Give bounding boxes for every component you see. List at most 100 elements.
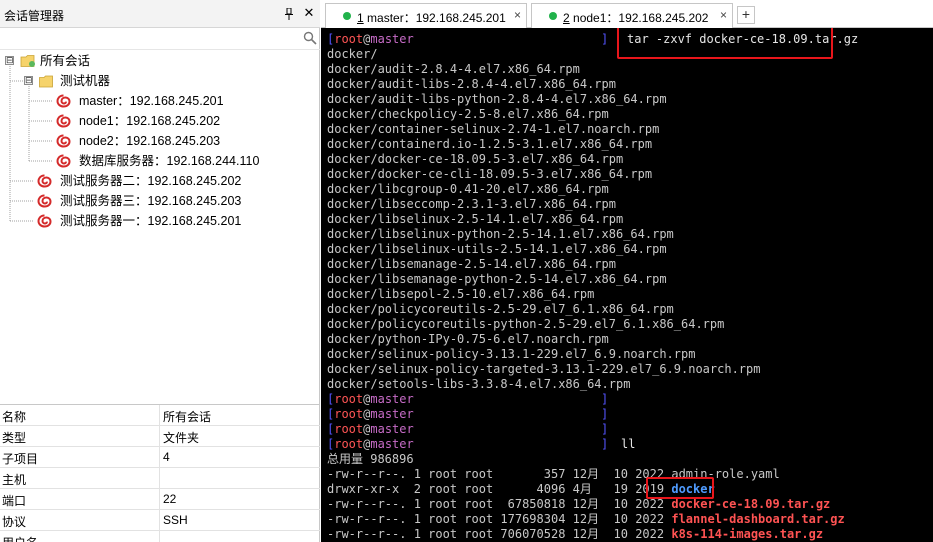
session-tab-bar: 1 master：192.168.245.201 × 2 node1：192.1… (321, 0, 933, 28)
highlight-box-docker-dir (646, 477, 714, 499)
tree-root-all-sessions[interactable]: ⊟ 所有会话 (0, 51, 320, 71)
terminal-area: 1 master：192.168.245.201 × 2 node1：192.1… (321, 0, 933, 542)
terminal-output-line: docker/checkpolicy-2.5-8.el7.x86_64.rpm (327, 107, 609, 121)
terminal-output-line: docker/libsemanage-2.5-14.el7.x86_64.rpm (327, 257, 616, 271)
terminal-prompt-close: ] (601, 407, 608, 422)
tree-session-database[interactable]: 数据库服务器：192.168.244.110 (0, 151, 320, 171)
tree-session-test-server-3[interactable]: 测试服务器三：192.168.245.203 (0, 191, 320, 211)
terminal-output-line: docker/libselinux-2.5-14.1.el7.x86_64.rp… (327, 212, 624, 226)
session-icon (56, 114, 71, 128)
property-row[interactable]: 协议 SSH (0, 510, 320, 531)
tab-label: 1 master：192.168.245.201 (357, 9, 506, 26)
tree-session-node2[interactable]: node2：192.168.245.203 (0, 131, 320, 151)
total-line: 总用量 986896 (327, 452, 414, 466)
prompt-user: root (334, 422, 364, 436)
tab-number: 2 (563, 11, 570, 25)
property-value: SSH (163, 513, 188, 527)
prompt-user: root (334, 392, 364, 406)
tree-folder-test-machines[interactable]: ⊟ 测试机器 (0, 71, 320, 91)
terminal-prompt-line: [root@master (327, 392, 414, 407)
tab-node1[interactable]: 2 node1：192.168.245.202 × (531, 3, 733, 28)
property-row[interactable]: 主机 (0, 468, 320, 489)
property-value: 4 (163, 450, 170, 464)
terminal-prompt-line: [root@master (327, 407, 414, 422)
close-tab-icon[interactable]: × (514, 8, 521, 22)
property-key: 子项目 (2, 452, 39, 466)
property-key: 名称 (2, 410, 27, 424)
session-search-input[interactable] (0, 28, 320, 50)
panel-title-bar: 会话管理器 ✕ (0, 0, 320, 28)
terminal-prompt-close: ] (601, 32, 608, 47)
connected-status-icon (549, 12, 557, 20)
listing-meta: -rw-r--r--. 1 root root 357 12月 10 2022 (327, 467, 672, 481)
prompt-host: master (370, 437, 414, 451)
listing-meta: -rw-r--r--. 1 root root 706070528 12月 10… (327, 527, 672, 541)
property-row[interactable]: 端口 22 (0, 489, 320, 510)
terminal-output-line: docker/policycoreutils-2.5-29.el7_6.1.x8… (327, 302, 674, 316)
property-value: 文件夹 (163, 431, 200, 445)
property-row[interactable]: 用户名 (0, 531, 320, 542)
property-key: 协议 (2, 515, 27, 529)
terminal-prompt-close: ] (601, 422, 608, 437)
terminal-prompt-close: ] (601, 437, 608, 452)
pin-icon[interactable] (284, 7, 294, 20)
properties-grid: 名称 所有会话 类型 文件夹 子项目 4 主机 端口 22 协议 SSH 用户名 (0, 404, 320, 542)
prompt-bracket: ] (601, 437, 609, 451)
panel-title: 会话管理器 (4, 9, 65, 23)
session-manager-panel: 会话管理器 ✕ ⊟ 所有会话 ⊟ 测试机器 master：192.168.245… (0, 0, 320, 542)
listing-archive: docker-ce-18.09.tar.gz (671, 497, 831, 511)
tree-session-node1[interactable]: node1：192.168.245.202 (0, 111, 320, 131)
listing-row: -rw-r--r--. 1 root root 67850818 12月 10 … (327, 497, 830, 512)
tree-label: 所有会话 (40, 54, 91, 68)
listing-meta: drwxr-xr-x 2 root root 4096 4月 19 2019 (327, 482, 672, 496)
tree-session-test-server-1[interactable]: 测试服务器一：192.168.245.201 (0, 211, 320, 231)
terminal-output-line: docker/ (327, 47, 378, 61)
prompt-user: root (334, 32, 364, 46)
property-key: 端口 (2, 494, 27, 508)
tab-master[interactable]: 1 master：192.168.245.201 × (325, 3, 527, 28)
listing-meta: -rw-r--r--. 1 root root 177698304 12月 10… (327, 512, 672, 526)
listing-archive: flannel-dashboard.tar.gz (671, 512, 845, 526)
property-row[interactable]: 子项目 4 (0, 447, 320, 468)
terminal-output-line: docker/audit-libs-2.8.4-4.el7.x86_64.rpm (327, 77, 616, 91)
folder-icon (20, 54, 35, 67)
property-value: 22 (163, 492, 177, 506)
property-row[interactable]: 名称 所有会话 (0, 405, 320, 426)
tree-session-master[interactable]: master：192.168.245.201 (0, 91, 320, 111)
property-row[interactable]: 类型 文件夹 (0, 426, 320, 447)
search-icon[interactable] (303, 31, 317, 45)
terminal-output-line: docker/libselinux-python-2.5-14.1.el7.x8… (327, 227, 674, 241)
terminal-output-line: docker/libsepol-2.5-10.el7.x86_64.rpm (327, 287, 595, 301)
session-icon (56, 154, 71, 168)
session-tree: ⊟ 所有会话 ⊟ 测试机器 master：192.168.245.201 nod… (0, 50, 320, 402)
terminal-screen[interactable]: [root@master ] tar -zxvf docker-ce-18.09… (321, 28, 933, 542)
prompt-host: master (370, 407, 414, 421)
terminal-output-line: docker/docker-ce-cli-18.09.5-3.el7.x86_6… (327, 167, 653, 181)
session-icon (37, 174, 52, 188)
highlight-box-command (617, 28, 833, 59)
terminal-prompt-line: [root@master (327, 437, 414, 452)
prompt-bracket: ] (601, 422, 609, 436)
new-tab-button[interactable]: + (737, 6, 755, 24)
close-icon[interactable]: ✕ (303, 6, 315, 20)
terminal-output-line: docker/setools-libs-3.3.8-4.el7.x86_64.r… (327, 377, 631, 391)
tree-session-test-server-2[interactable]: 测试服务器二：192.168.245.202 (0, 171, 320, 191)
prompt-bracket: ] (601, 32, 609, 46)
collapse-toggle-icon[interactable]: ⊟ (24, 76, 33, 85)
tree-label: 测试服务器三：192.168.245.203 (60, 194, 242, 208)
terminal-output-line: docker/container-selinux-2.74-1.el7.noar… (327, 122, 660, 136)
terminal-output-line: docker/containerd.io-1.2.5-3.1.el7.x86_6… (327, 137, 653, 151)
close-tab-icon[interactable]: × (720, 8, 727, 22)
property-value: 所有会话 (163, 410, 212, 424)
listing-meta: -rw-r--r--. 1 root root 67850818 12月 10 … (327, 497, 672, 511)
connected-status-icon (343, 12, 351, 20)
terminal-output-line: docker/docker-ce-18.09.5-3.el7.x86_64.rp… (327, 152, 624, 166)
tab-label: 2 node1：192.168.245.202 (563, 9, 708, 26)
terminal-output-line: docker/libseccomp-2.3.1-3.el7.x86_64.rpm (327, 197, 616, 211)
collapse-toggle-icon[interactable]: ⊟ (5, 56, 14, 65)
listing-row: -rw-r--r--. 1 root root 706070528 12月 10… (327, 527, 823, 542)
session-icon (37, 194, 52, 208)
prompt-host: master (370, 32, 414, 46)
terminal-output-line: docker/selinux-policy-3.13.1-229.el7_6.9… (327, 347, 696, 361)
prompt-user: root (334, 407, 364, 421)
